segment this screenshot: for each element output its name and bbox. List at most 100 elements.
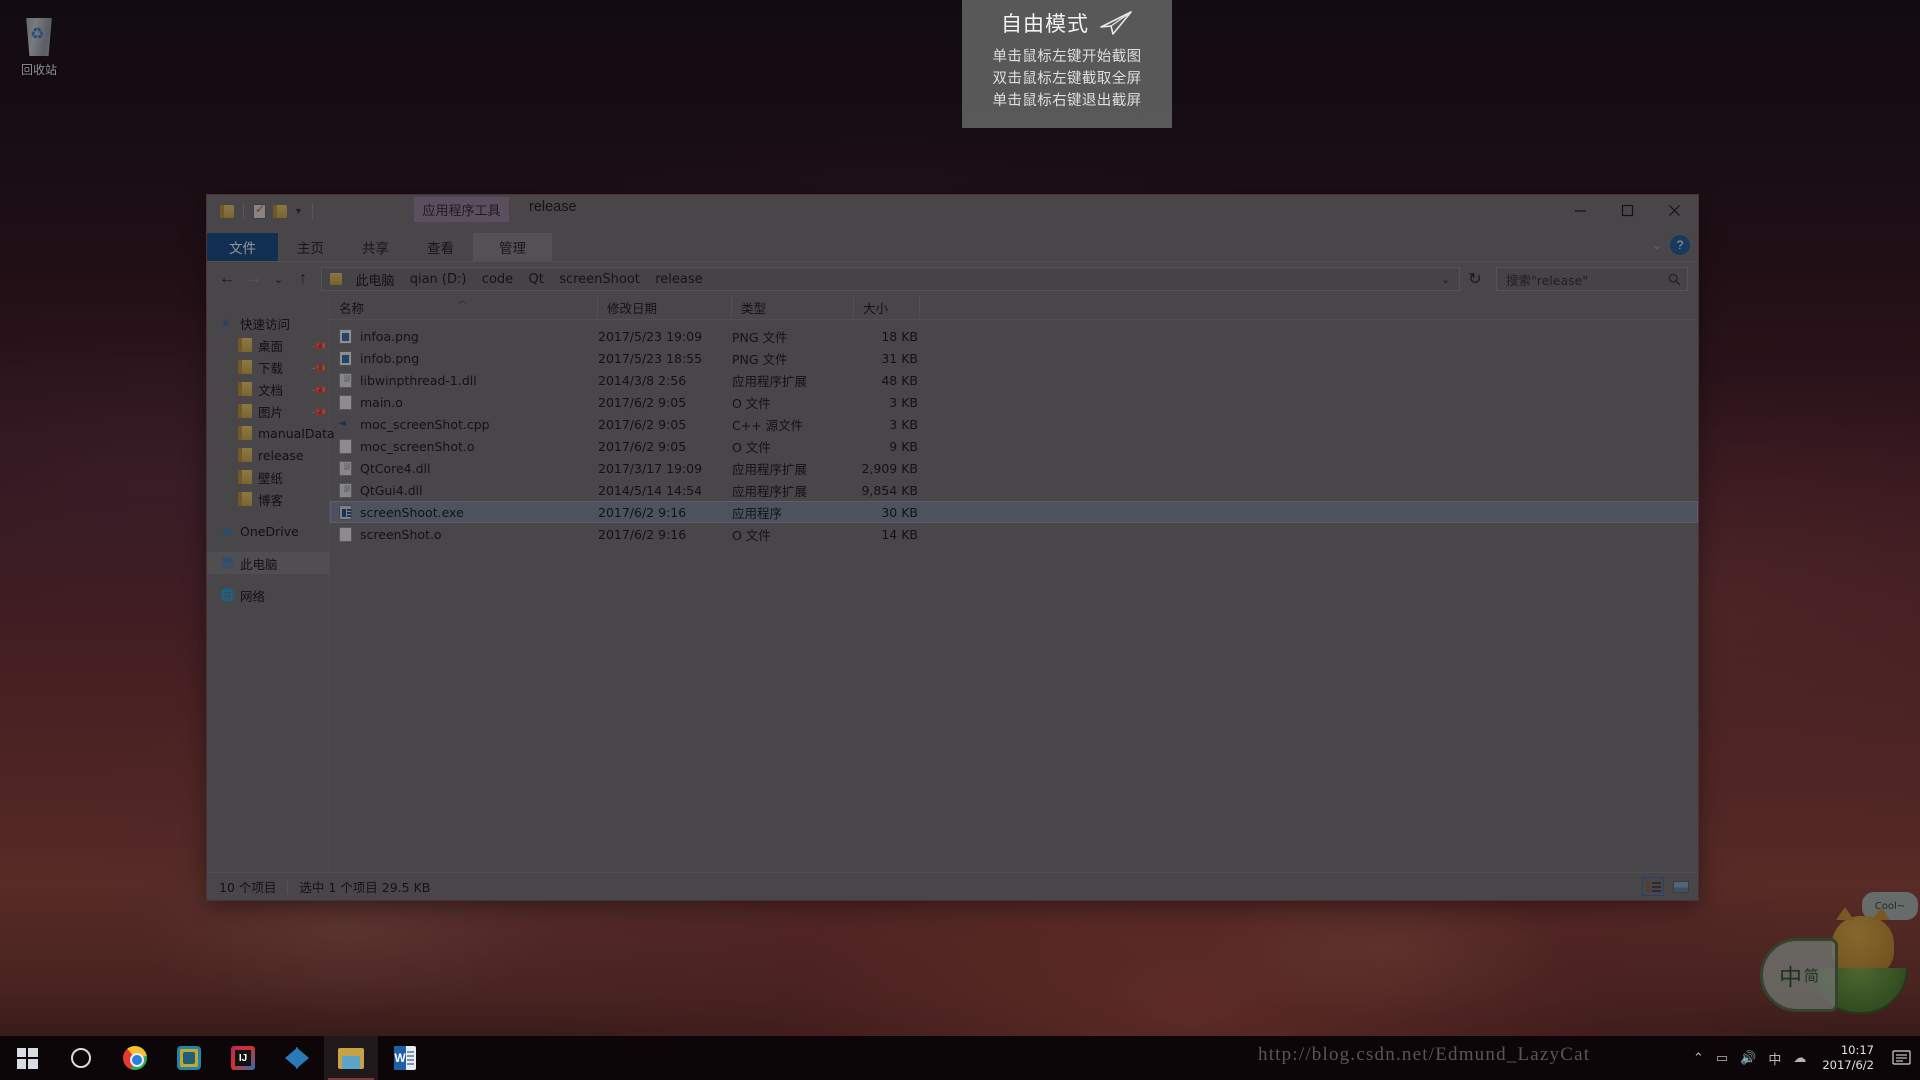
window-titlebar[interactable]: ▼ 应用程序工具 release — [207, 195, 1698, 233]
column-header-date[interactable]: 修改日期 — [598, 296, 732, 320]
recent-locations-chevron-icon[interactable]: ⌄ — [269, 267, 288, 291]
sidebar-item-release[interactable]: release — [207, 444, 329, 466]
column-header-type[interactable]: 类型 — [732, 296, 854, 320]
pin-icon[interactable]: 📌 — [310, 359, 325, 374]
pin-icon[interactable]: 📌 — [310, 403, 325, 418]
sidebar-item-onedrive[interactable]: ☁ OneDrive — [207, 520, 329, 542]
collapse-ribbon-chevron-icon[interactable]: ⌄ — [1651, 237, 1662, 253]
taskbar-app-teal[interactable] — [162, 1036, 216, 1080]
view-mode-buttons[interactable] — [1642, 877, 1692, 896]
taskbar-intellij[interactable] — [216, 1036, 270, 1080]
minimize-button[interactable] — [1557, 195, 1604, 225]
column-headers[interactable]: ︿ 名称 修改日期 类型 大小 — [330, 296, 1698, 320]
table-row[interactable]: screenShot.o 2017/6/2 9:16 O 文件 14 KB — [330, 523, 1698, 545]
ime-icon[interactable]: 中 — [1768, 1049, 1781, 1068]
desktop-icon-recycle-bin[interactable]: ♻ 回收站 — [8, 14, 70, 78]
sidebar-item-blog[interactable]: 博客 — [207, 488, 329, 510]
taskbar-clock[interactable]: 10:17 2017/6/2 — [1818, 1043, 1880, 1073]
contextual-tab-application-tools[interactable]: 应用程序工具 — [414, 197, 509, 222]
tab-home[interactable]: 主页 — [278, 233, 343, 261]
search-icon[interactable] — [1668, 273, 1681, 286]
sidebar-item-quick-access[interactable]: ★ 快速访问 — [207, 312, 329, 334]
sidebar-label: 下载 — [258, 358, 283, 377]
sidebar-item-desktop[interactable]: 桌面 📌 — [207, 334, 329, 356]
pin-icon[interactable]: 📌 — [310, 337, 325, 352]
quick-access-toolbar[interactable]: ▼ — [207, 195, 315, 219]
breadcrumb-item-5[interactable]: release — [650, 272, 707, 287]
taskbar-chrome[interactable] — [108, 1036, 162, 1080]
breadcrumb-item-0[interactable]: 此电脑 — [350, 270, 399, 289]
sidebar-item-network[interactable]: 🌐 网络 — [207, 584, 329, 606]
breadcrumb-item-3[interactable]: Qt — [524, 272, 549, 287]
breadcrumb-item-4[interactable]: screenShoot — [554, 272, 645, 287]
taskbar-word[interactable] — [378, 1036, 432, 1080]
sidebar-item-this-pc[interactable]: 🖥 此电脑 — [207, 552, 329, 574]
sidebar-item-documents[interactable]: 文档 📌 — [207, 378, 329, 400]
sidebar-item-pictures[interactable]: 图片 📌 — [207, 400, 329, 422]
maximize-button[interactable] — [1604, 195, 1651, 225]
breadcrumb-item-2[interactable]: code — [477, 272, 518, 287]
forward-button[interactable]: → — [242, 267, 266, 291]
table-row[interactable]: QtCore4.dll 2017/3/17 19:09 应用程序扩展 2,909… — [330, 457, 1698, 479]
windows-logo-icon — [17, 1048, 38, 1069]
new-folder-icon[interactable] — [273, 205, 287, 218]
ime-mode-indicator[interactable]: 中 简 — [1760, 938, 1838, 1012]
table-row-selected[interactable]: screenShoot.exe 2017/6/2 9:16 应用程序 30 KB — [330, 501, 1698, 523]
refresh-button[interactable]: ↻ — [1463, 267, 1487, 291]
qat-divider-2 — [312, 204, 313, 219]
search-input[interactable]: 搜索"release" — [1496, 267, 1688, 291]
cortana-button[interactable] — [54, 1036, 108, 1080]
tab-file[interactable]: 文件 — [207, 233, 278, 261]
folder-icon[interactable] — [220, 205, 234, 218]
tab-manage[interactable]: 管理 — [473, 233, 552, 261]
table-row[interactable]: infoa.png 2017/5/23 19:09 PNG 文件 18 KB — [330, 325, 1698, 347]
ime-cat-widget[interactable]: Cool~ 中 简 — [1760, 890, 1920, 1020]
address-dropdown-chevron-icon[interactable]: ⌄ — [1436, 267, 1455, 291]
show-hidden-icons-chevron[interactable]: ⌃ — [1693, 1050, 1704, 1066]
tab-view[interactable]: 查看 — [408, 233, 473, 261]
onedrive-icon[interactable]: ☁ — [1793, 1050, 1806, 1066]
close-button[interactable] — [1651, 195, 1698, 225]
sidebar-item-manualdata[interactable]: manualData — [207, 422, 329, 444]
ribbon-tabstrip[interactable]: 文件 主页 共享 查看 管理 ⌄ ? — [207, 233, 1698, 261]
table-row[interactable]: QtGui4.dll 2014/5/14 14:54 应用程序扩展 9,854 … — [330, 479, 1698, 501]
start-button[interactable] — [0, 1036, 54, 1080]
address-bar-row[interactable]: ← → ⌄ ↑ › 此电脑 › qian (D:) › code › Qt › … — [207, 262, 1698, 296]
taskbar-vscode[interactable] — [270, 1036, 324, 1080]
table-row[interactable]: moc_screenShot.o 2017/6/2 9:05 O 文件 9 KB — [330, 435, 1698, 457]
sidebar-item-downloads[interactable]: 下载 📌 — [207, 356, 329, 378]
file-list-pane[interactable]: ︿ 名称 修改日期 类型 大小 infoa.png 2017/5/23 19:0… — [329, 296, 1698, 872]
tab-share[interactable]: 共享 — [343, 233, 408, 261]
volume-icon[interactable]: 🔊 — [1740, 1050, 1756, 1066]
details-view-button[interactable] — [1642, 877, 1664, 896]
table-row[interactable]: moc_screenShot.cpp 2017/6/2 9:05 C++ 源文件… — [330, 413, 1698, 435]
column-header-size[interactable]: 大小 — [854, 296, 920, 320]
taskbar-explorer[interactable] — [324, 1036, 378, 1080]
up-button[interactable]: ↑ — [291, 267, 315, 291]
table-row[interactable]: infob.png 2017/5/23 18:55 PNG 文件 31 KB — [330, 347, 1698, 369]
generic-file-icon — [339, 439, 352, 454]
chevron-down-icon[interactable]: ▼ — [294, 207, 303, 216]
properties-icon[interactable] — [253, 204, 266, 219]
pin-icon[interactable]: 📌 — [310, 381, 325, 396]
back-button[interactable]: ← — [215, 267, 239, 291]
breadcrumb-item-1[interactable]: qian (D:) — [405, 272, 472, 287]
breadcrumb[interactable]: › 此电脑 › qian (D:) › code › Qt › screenSh… — [321, 267, 1460, 291]
navigation-pane[interactable]: ★ 快速访问 桌面 📌 下载 📌 文档 📌 图片 📌 — [207, 296, 329, 872]
file-date: 2017/6/2 9:05 — [598, 417, 732, 432]
taskbar[interactable]: ⌃ ▭ 🔊 中 ☁ 10:17 2017/6/2 — [0, 1036, 1920, 1080]
table-row[interactable]: libwinpthread-1.dll 2014/3/8 2:56 应用程序扩展… — [330, 369, 1698, 391]
battery-icon[interactable]: ▭ — [1716, 1050, 1728, 1066]
file-type: O 文件 — [732, 525, 854, 544]
large-icons-view-button[interactable] — [1670, 877, 1692, 896]
ime-char-chinese: 中 — [1779, 958, 1802, 992]
action-center-icon[interactable] — [1892, 1049, 1912, 1067]
sidebar-label: 桌面 — [258, 336, 283, 355]
help-icon[interactable]: ? — [1670, 235, 1690, 255]
system-tray[interactable]: ⌃ ▭ 🔊 中 ☁ 10:17 2017/6/2 — [1693, 1036, 1920, 1080]
onedrive-cloud-icon: ☁ — [220, 524, 234, 538]
file-explorer-window[interactable]: ▼ 应用程序工具 release 文件 主页 共享 查看 管理 ⌄ ? — [206, 194, 1699, 901]
table-row[interactable]: main.o 2017/6/2 9:05 O 文件 3 KB — [330, 391, 1698, 413]
sidebar-item-wallpaper[interactable]: 壁纸 — [207, 466, 329, 488]
window-controls[interactable] — [1557, 195, 1698, 225]
